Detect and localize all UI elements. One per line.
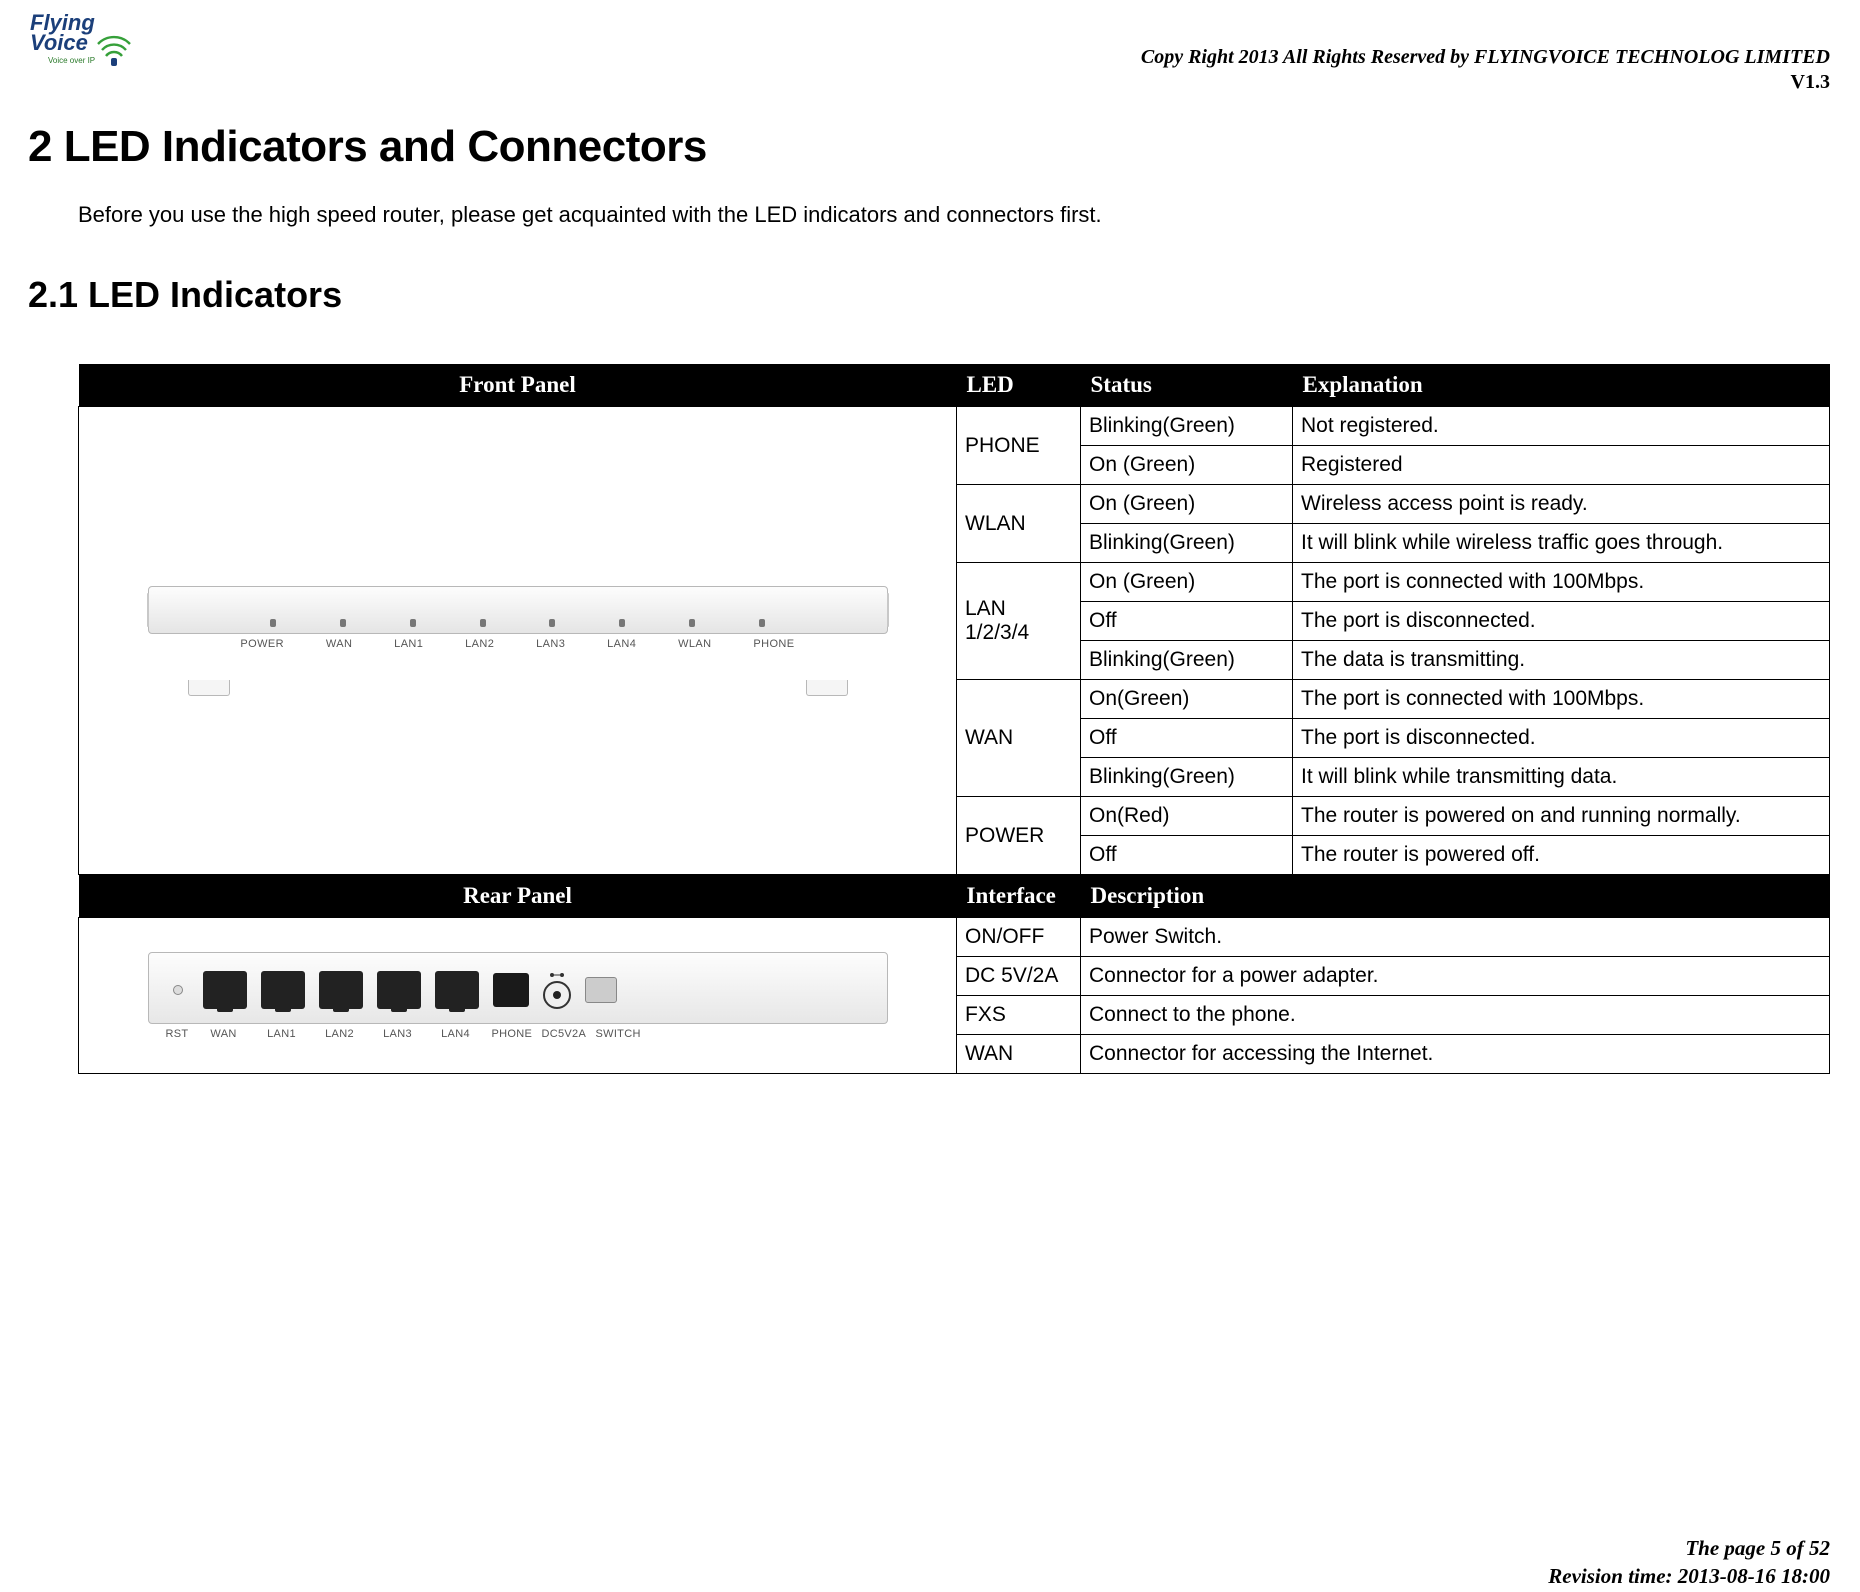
copyright: Copy Right 2013 All Rights Reserved by F… bbox=[1141, 46, 1830, 69]
led-power: POWER bbox=[957, 797, 1081, 875]
svg-text:Voice over IP: Voice over IP bbox=[48, 56, 95, 65]
iface-fxs: FXS bbox=[957, 996, 1081, 1035]
led-phone: PHONE bbox=[957, 407, 1081, 485]
page-footer: The page 5 of 52 Revision time: 2013-08-… bbox=[1548, 1535, 1830, 1590]
front-panel-diagram: POWER WAN LAN1 LAN2 LAN3 LAN4 WLAN PHONE bbox=[148, 586, 888, 696]
status: Blinking(Green) bbox=[1081, 407, 1293, 446]
svg-text:Voice: Voice bbox=[30, 30, 88, 55]
led-wan: WAN bbox=[957, 680, 1081, 797]
rear-header-row: Rear Panel Interface Description bbox=[79, 875, 1830, 918]
version: V1.3 bbox=[1141, 71, 1830, 94]
led-lan: LAN 1/2/3/4 bbox=[957, 563, 1081, 680]
iface-onoff: ON/OFF bbox=[957, 918, 1081, 957]
hdr-description: Description bbox=[1081, 875, 1830, 918]
hdr-interface: Interface bbox=[957, 875, 1081, 918]
front-panel-diagram-cell: POWER WAN LAN1 LAN2 LAN3 LAN4 WLAN PHONE bbox=[79, 407, 957, 875]
explanation: Not registered. bbox=[1293, 407, 1830, 446]
page-header: Flying Voice Voice over IP Copy Right 20… bbox=[28, 8, 1832, 94]
rear-panel-diagram: RST WAN LAN1 LAN2 LAN3 LAN4 PHONE DC5V2A… bbox=[148, 952, 888, 1040]
led-table: Front Panel LED Status Explanation POWER… bbox=[78, 364, 1830, 1074]
led-wlan: WLAN bbox=[957, 485, 1081, 563]
rear-panel-diagram-cell: RST WAN LAN1 LAN2 LAN3 LAN4 PHONE DC5V2A… bbox=[79, 918, 957, 1074]
hdr-explanation: Explanation bbox=[1293, 364, 1830, 407]
iface-wan: WAN bbox=[957, 1035, 1081, 1074]
hdr-front-panel: Front Panel bbox=[79, 364, 957, 407]
section-title: 2 LED Indicators and Connectors bbox=[28, 122, 1832, 172]
hdr-led: LED bbox=[957, 364, 1081, 407]
hdr-rear-panel: Rear Panel bbox=[79, 875, 957, 918]
revision-time: Revision time: 2013-08-16 18:00 bbox=[1548, 1563, 1830, 1590]
subsection-title: 2.1 LED Indicators bbox=[28, 274, 1832, 316]
intro-text: Before you use the high speed router, pl… bbox=[78, 202, 1832, 228]
hdr-status: Status bbox=[1081, 364, 1293, 407]
iface-dc: DC 5V/2A bbox=[957, 957, 1081, 996]
front-header-row: Front Panel LED Status Explanation bbox=[79, 364, 1830, 407]
logo: Flying Voice Voice over IP bbox=[28, 8, 138, 70]
page-number: The page 5 of 52 bbox=[1548, 1535, 1830, 1562]
